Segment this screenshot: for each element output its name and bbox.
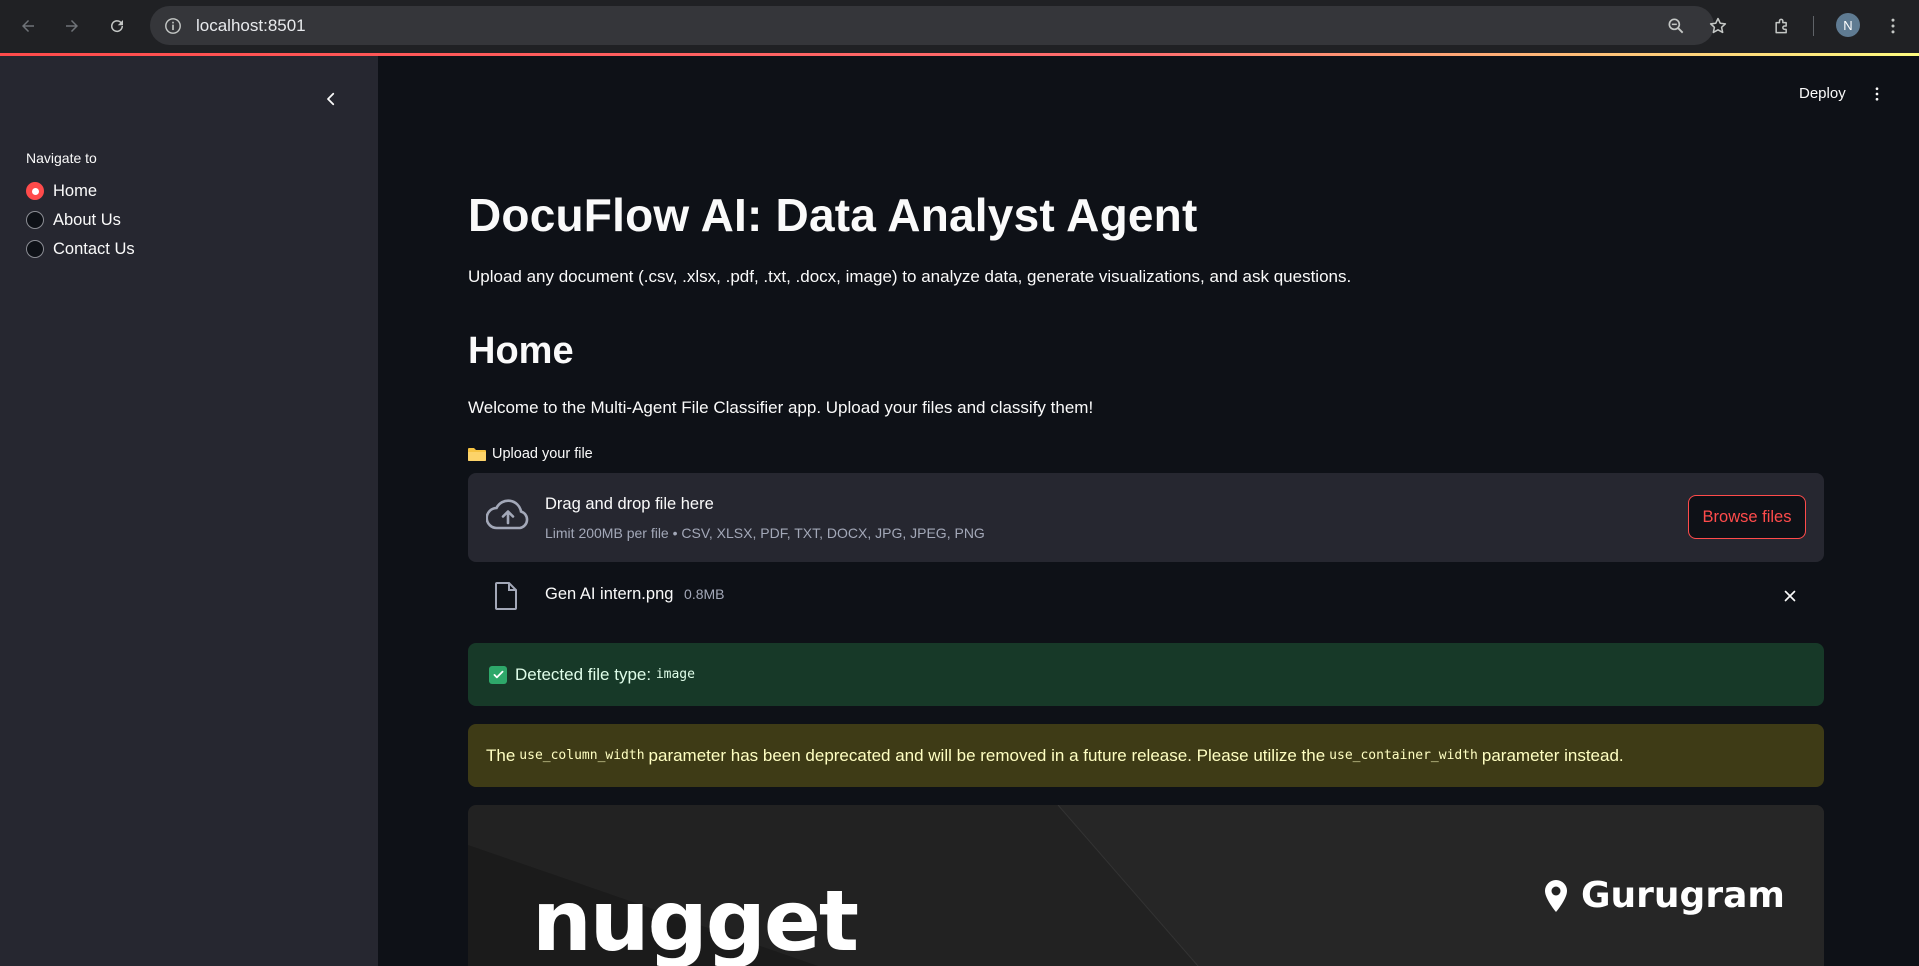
file-icon (495, 582, 517, 610)
dropzone-title: Drag and drop file here (545, 495, 714, 513)
sidebar: Navigate to Home About Us Contact Us (0, 56, 378, 966)
location-pin-icon (1545, 879, 1567, 912)
browser-menu-icon[interactable] (1879, 12, 1907, 40)
warning-text-3: parameter instead. (1481, 745, 1624, 765)
deprecation-warning: The use_column_width parameter has been … (468, 724, 1824, 787)
file-name-text: Gen AI intern.png (545, 585, 674, 603)
address-bar[interactable]: localhost:8501 (150, 6, 1714, 45)
browse-files-button[interactable]: Browse files (1688, 495, 1806, 539)
upload-label: Upload your file (468, 446, 593, 462)
success-alert: Detected file type: image (468, 643, 1824, 706)
success-text: Detected file type: (515, 664, 652, 684)
sidebar-item-about-us[interactable]: About Us (26, 208, 121, 232)
forward-arrow-icon[interactable] (58, 12, 86, 40)
sidebar-item-label: Home (53, 181, 98, 200)
file-size: 0.8MB (684, 586, 725, 602)
bookmark-star-icon[interactable] (1704, 12, 1732, 40)
file-dropzone[interactable]: Drag and drop file here Limit 200MB per … (468, 473, 1824, 562)
toolbar-divider (1813, 16, 1814, 36)
warning-code-2: use_container_width (1329, 748, 1478, 763)
folder-icon (468, 448, 486, 461)
sidebar-item-contact-us[interactable]: Contact Us (26, 237, 135, 261)
url-text[interactable]: localhost:8501 (196, 16, 306, 36)
uploaded-file-name: Gen AI intern.png 0.8MB (545, 585, 725, 604)
dropzone-limit: Limit 200MB per file • CSV, XLSX, PDF, T… (545, 525, 985, 541)
uploaded-file-row: Gen AI intern.png 0.8MB (468, 578, 1824, 614)
image-location: Gurugram (1543, 875, 1785, 916)
radio-unselected-icon[interactable] (26, 240, 44, 258)
deploy-button[interactable]: Deploy (1799, 85, 1846, 102)
back-arrow-icon[interactable] (14, 12, 42, 40)
browser-toolbar: localhost:8501 N (0, 0, 1919, 53)
remove-file-icon[interactable] (1778, 584, 1802, 608)
sidebar-item-label: Contact Us (53, 239, 135, 258)
upload-label-text: Upload your file (492, 446, 593, 462)
nav-label: Navigate to (26, 150, 97, 166)
page-subtitle: Upload any document (.csv, .xlsx, .pdf, … (468, 267, 1352, 286)
sidebar-item-label: About Us (53, 210, 121, 229)
extensions-icon[interactable] (1768, 12, 1796, 40)
sidebar-item-home[interactable]: Home (26, 179, 97, 203)
zoom-icon[interactable] (1662, 12, 1690, 40)
reload-icon[interactable] (103, 12, 131, 40)
welcome-text: Welcome to the Multi-Agent File Classifi… (468, 398, 1094, 417)
radio-selected-icon[interactable] (26, 182, 44, 200)
avatar[interactable]: N (1836, 13, 1860, 37)
site-info-icon[interactable] (162, 15, 184, 37)
warning-code-1: use_column_width (519, 748, 645, 763)
cloud-upload-icon (486, 499, 529, 530)
collapse-sidebar-icon[interactable] (318, 86, 344, 112)
radio-unselected-icon[interactable] (26, 211, 44, 229)
warning-text-1: The (486, 745, 516, 765)
section-title: Home (468, 330, 574, 372)
success-code: image (655, 667, 695, 682)
check-icon (489, 665, 507, 684)
warning-text-2: parameter has been deprecated and will b… (648, 745, 1326, 765)
image-brand-text: nugget (532, 872, 859, 966)
main-menu-icon[interactable] (1868, 83, 1886, 105)
image-location-text: Gurugram (1581, 875, 1785, 916)
page-title: DocuFlow AI: Data Analyst Agent (468, 189, 1198, 241)
uploaded-image-preview: nugget Gurugram (468, 805, 1824, 966)
